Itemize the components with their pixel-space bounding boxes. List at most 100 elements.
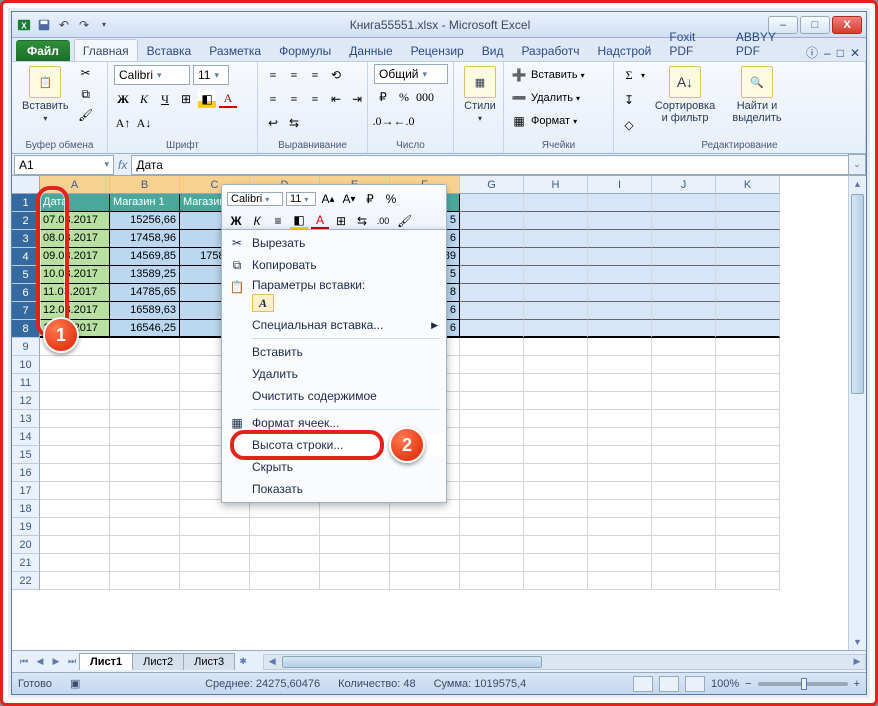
align-middle-button[interactable]: ≡ — [285, 66, 303, 84]
tab-data[interactable]: Данные — [340, 39, 401, 61]
sort-filter-button[interactable]: A↓ Сортировка и фильтр — [649, 64, 721, 126]
cell[interactable] — [716, 320, 780, 338]
cell[interactable] — [716, 284, 780, 302]
cell[interactable] — [652, 482, 716, 500]
scroll-left-icon[interactable]: ◀ — [264, 655, 280, 669]
cell[interactable] — [40, 392, 110, 410]
cell[interactable] — [180, 536, 250, 554]
cell[interactable]: 07.03.2017 — [40, 212, 110, 230]
cell[interactable] — [652, 338, 716, 356]
cell[interactable] — [320, 536, 390, 554]
delete-cells-icon[interactable]: ➖ — [510, 89, 528, 107]
sheet-nav-next-icon[interactable]: ▶ — [48, 654, 64, 670]
cell[interactable]: 16546,25 — [110, 320, 180, 338]
mini-percent-button[interactable]: % — [382, 190, 400, 208]
cell[interactable] — [588, 482, 652, 500]
cell[interactable]: 10.03.2017 — [40, 266, 110, 284]
bold-button[interactable]: Ж — [114, 90, 132, 108]
cell[interactable] — [460, 500, 524, 518]
cell[interactable] — [588, 464, 652, 482]
cell[interactable] — [320, 518, 390, 536]
orientation-button[interactable]: ⟲ — [327, 66, 345, 84]
percent-button[interactable]: % — [395, 88, 413, 106]
cell[interactable] — [588, 338, 652, 356]
column-header[interactable]: H — [524, 176, 588, 194]
clear-button[interactable]: ◇ — [620, 116, 638, 134]
column-header[interactable]: B — [110, 176, 180, 194]
styles-button[interactable]: ▦ Стили ▾ — [460, 64, 500, 125]
cell[interactable] — [716, 410, 780, 428]
cell[interactable] — [40, 554, 110, 572]
cell[interactable]: 16589,63 — [110, 302, 180, 320]
comma-button[interactable]: 000 — [416, 88, 434, 106]
ribbon-help-icon[interactable]: ⓘ — [806, 44, 818, 61]
zoom-out-button[interactable]: − — [745, 678, 751, 690]
row-header[interactable]: 15 — [12, 446, 40, 464]
sheet-nav-last-icon[interactable]: ⏭ — [64, 654, 80, 670]
cell[interactable]: 14569,85 — [110, 248, 180, 266]
cell[interactable] — [716, 266, 780, 284]
align-left-button[interactable]: ≡ — [264, 90, 282, 108]
sheet-tab-1[interactable]: Лист1 — [79, 653, 133, 670]
font-size-combo[interactable]: 11 — [193, 65, 229, 85]
cell[interactable] — [588, 428, 652, 446]
cell[interactable] — [524, 302, 588, 320]
font-color-button[interactable]: A — [219, 90, 237, 108]
menu-paste-special[interactable]: Специальная вставка...▶ — [224, 314, 444, 336]
row-header[interactable]: 3 — [12, 230, 40, 248]
row-header[interactable]: 9 — [12, 338, 40, 356]
cell[interactable] — [588, 212, 652, 230]
indent-inc-button[interactable]: ⇥ — [348, 90, 366, 108]
column-header[interactable]: K — [716, 176, 780, 194]
cell[interactable] — [390, 554, 460, 572]
cell[interactable] — [40, 536, 110, 554]
cell[interactable] — [460, 392, 524, 410]
align-top-button[interactable]: ≡ — [264, 66, 282, 84]
cell[interactable] — [460, 284, 524, 302]
horizontal-scrollbar[interactable]: ◀ ▶ — [263, 654, 866, 670]
cell[interactable] — [652, 356, 716, 374]
insert-cells-icon[interactable]: ➕ — [510, 66, 528, 84]
cell[interactable] — [716, 518, 780, 536]
cell[interactable] — [652, 248, 716, 266]
grow-font-button[interactable]: A↑ — [114, 114, 132, 132]
mini-font-color-button[interactable]: A — [311, 212, 329, 230]
cell[interactable] — [716, 248, 780, 266]
row-header[interactable]: 19 — [12, 518, 40, 536]
sheet-nav-prev-icon[interactable]: ◀ — [32, 654, 48, 670]
mini-format-painter-button[interactable]: 🖌 — [395, 212, 414, 230]
cell[interactable] — [460, 230, 524, 248]
row-header[interactable]: 17 — [12, 482, 40, 500]
mini-shrink-font-button[interactable]: A▾ — [340, 190, 358, 208]
cell[interactable] — [390, 536, 460, 554]
tab-insert[interactable]: Вставка — [138, 39, 201, 61]
cell[interactable] — [588, 500, 652, 518]
tab-formulas[interactable]: Формулы — [270, 39, 340, 61]
cell[interactable] — [180, 554, 250, 572]
cell[interactable] — [460, 302, 524, 320]
align-center-button[interactable]: ≡ — [285, 90, 303, 108]
undo-icon[interactable]: ↶ — [56, 17, 72, 33]
cell[interactable] — [460, 482, 524, 500]
mini-size-combo[interactable]: 11 — [286, 192, 316, 206]
cell[interactable] — [716, 464, 780, 482]
cell[interactable] — [588, 536, 652, 554]
cell[interactable] — [716, 374, 780, 392]
cell[interactable] — [652, 428, 716, 446]
wrap-text-button[interactable]: ↩ — [264, 114, 282, 132]
row-header[interactable]: 10 — [12, 356, 40, 374]
select-all-corner[interactable] — [12, 176, 40, 194]
row-header[interactable]: 11 — [12, 374, 40, 392]
menu-cut[interactable]: ✂Вырезать — [224, 232, 444, 254]
cell[interactable] — [524, 464, 588, 482]
column-header[interactable]: J — [652, 176, 716, 194]
format-painter-icon[interactable]: 🖌 — [77, 106, 95, 124]
tab-layout[interactable]: Разметка — [200, 39, 270, 61]
cell[interactable] — [40, 356, 110, 374]
cell[interactable] — [716, 338, 780, 356]
scroll-right-icon[interactable]: ▶ — [849, 655, 865, 669]
mini-fill-button[interactable]: ◧ — [290, 212, 308, 230]
copy-icon[interactable]: ⧉ — [77, 85, 95, 103]
tab-abbyy[interactable]: ABBYY PDF — [727, 25, 806, 61]
cell[interactable] — [460, 338, 524, 356]
